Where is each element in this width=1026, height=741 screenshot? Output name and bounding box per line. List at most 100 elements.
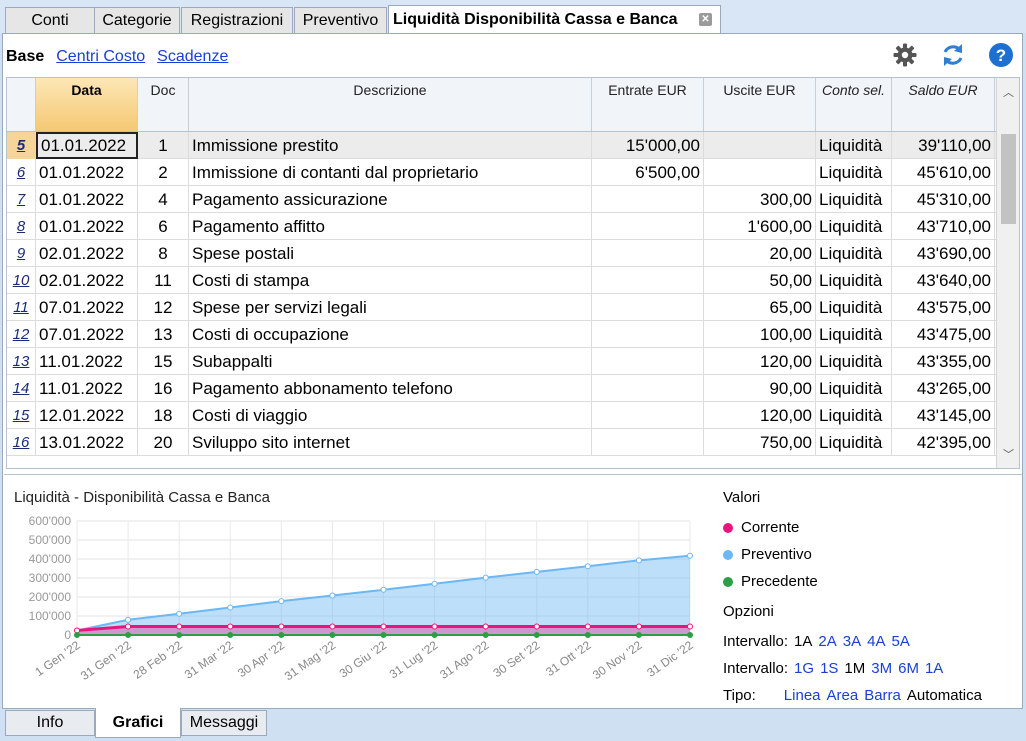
cell-uscite[interactable]: 90,00 [704,375,816,402]
row-number[interactable]: 11 [7,294,36,321]
cell-entrate[interactable] [592,294,704,321]
cell-doc[interactable]: 6 [138,213,189,240]
cell-data[interactable]: 07.01.2022 [36,294,138,321]
cell-uscite[interactable]: 300,00 [704,186,816,213]
tab-grafici[interactable]: Grafici [95,708,181,738]
cell-data[interactable]: 01.01.2022 [36,159,138,186]
cell-uscite[interactable]: 20,00 [704,240,816,267]
chevron-up-icon[interactable]: ︿ [1003,84,1014,99]
col-header-entrate[interactable]: Entrate EUR [592,78,704,131]
cell-uscite[interactable]: 65,00 [704,294,816,321]
cell-saldo[interactable]: 43'265,00 [892,375,995,402]
cell-descrizione[interactable]: Spese per servizi legali [189,294,592,321]
cell-descrizione[interactable]: Costi di occupazione [189,321,592,348]
interval-years-option[interactable]: 4A [867,633,885,650]
view-base[interactable]: Base [6,48,44,66]
col-header-data[interactable]: Data [36,78,138,131]
cell-conto-sel[interactable]: Liquidità [816,429,892,456]
table-row[interactable]: 5 01.01.2022 1 Immissione prestito 15'000,00… [7,132,997,159]
interval-period-option[interactable]: 1M [844,660,865,677]
cell-saldo[interactable]: 43'355,00 [892,348,995,375]
cell-uscite[interactable]: 100,00 [704,321,816,348]
tab-info[interactable]: Info [5,710,95,736]
table-row[interactable]: 10 02.01.2022 11 Costi di stampa 50,00 Liquid… [7,267,997,294]
table-row[interactable]: 16 13.01.2022 20 Sviluppo sito internet 750,… [7,429,997,456]
table-row[interactable]: 8 01.01.2022 6 Pagamento affitto 1'600,00 Liq… [7,213,997,240]
cell-conto-sel[interactable]: Liquidità [816,132,892,159]
cell-descrizione[interactable]: Costi di stampa [189,267,592,294]
cell-doc[interactable]: 8 [138,240,189,267]
cell-doc[interactable]: 2 [138,159,189,186]
cell-descrizione[interactable]: Pagamento affitto [189,213,592,240]
cell-data[interactable]: 11.01.2022 [36,348,138,375]
help-icon[interactable]: ? [988,42,1014,68]
cell-descrizione[interactable]: Pagamento assicurazione [189,186,592,213]
cell-uscite[interactable] [704,132,816,159]
cell-saldo[interactable]: 43'710,00 [892,213,995,240]
cell-data[interactable]: 11.01.2022 [36,375,138,402]
cell-conto-sel[interactable]: Liquidità [816,240,892,267]
table-row[interactable]: 11 07.01.2022 12 Spese per servizi legali 65… [7,294,997,321]
legend-item-precedente[interactable]: Precedente [723,568,982,595]
cell-descrizione[interactable]: Subappalti [189,348,592,375]
cell-entrate[interactable] [592,402,704,429]
cell-saldo[interactable]: 45'610,00 [892,159,995,186]
row-number[interactable]: 9 [7,240,36,267]
cell-entrate[interactable] [592,186,704,213]
col-header-descrizione[interactable]: Descrizione [189,78,592,131]
legend-item-preventivo[interactable]: Preventivo [723,541,982,568]
cell-uscite[interactable] [704,159,816,186]
chart-type-option[interactable]: Automatica [907,687,982,704]
cell-uscite[interactable]: 120,00 [704,402,816,429]
cell-data[interactable]: 02.01.2022 [36,240,138,267]
interval-years-option[interactable]: 2A [818,633,836,650]
tab-liquidita[interactable]: Liquidità Disponibilità Cassa e Banca ✕ [388,5,721,34]
cell-entrate[interactable] [592,213,704,240]
col-header-doc[interactable]: Doc [138,78,189,131]
cell-doc[interactable]: 18 [138,402,189,429]
interval-period-option[interactable]: 6M [898,660,919,677]
row-number[interactable]: 14 [7,375,36,402]
gear-icon[interactable] [892,42,918,68]
cell-conto-sel[interactable]: Liquidità [816,321,892,348]
cell-conto-sel[interactable]: Liquidità [816,375,892,402]
cell-entrate[interactable] [592,348,704,375]
cell-descrizione[interactable]: Costi di viaggio [189,402,592,429]
col-header-saldo[interactable]: Saldo EUR [892,78,995,131]
cell-entrate[interactable]: 15'000,00 [592,132,704,159]
vertical-scrollbar[interactable]: ︿ ﹀ [996,78,1019,468]
cell-saldo[interactable]: 43'145,00 [892,402,995,429]
cell-conto-sel[interactable]: Liquidità [816,159,892,186]
cell-entrate[interactable] [592,375,704,402]
cell-conto-sel[interactable]: Liquidità [816,186,892,213]
cell-saldo[interactable]: 43'475,00 [892,321,995,348]
row-number[interactable]: 16 [7,429,36,456]
interval-years-option[interactable]: 1A [794,633,812,650]
chevron-down-icon[interactable]: ﹀ [1003,446,1014,461]
cell-saldo[interactable]: 43'575,00 [892,294,995,321]
chart-type-option[interactable]: Barra [864,687,901,704]
cell-doc[interactable]: 15 [138,348,189,375]
cell-doc[interactable]: 12 [138,294,189,321]
cell-saldo[interactable]: 45'310,00 [892,186,995,213]
cell-data[interactable]: 01.01.2022 [36,186,138,213]
cell-uscite[interactable]: 50,00 [704,267,816,294]
table-row[interactable]: 9 02.01.2022 8 Spese postali 20,00 Liquidità 4… [7,240,997,267]
cell-descrizione[interactable]: Pagamento abbonamento telefono [189,375,592,402]
cell-doc[interactable]: 13 [138,321,189,348]
cell-entrate[interactable] [592,240,704,267]
tab-categorie[interactable]: Categorie [94,7,180,33]
cell-data[interactable]: 01.01.2022 [36,132,138,159]
row-number[interactable]: 10 [7,267,36,294]
cell-entrate[interactable] [592,321,704,348]
close-icon[interactable]: ✕ [699,13,712,26]
cell-conto-sel[interactable]: Liquidità [816,294,892,321]
table-row[interactable]: 12 07.01.2022 13 Costi di occupazione 100,00… [7,321,997,348]
cell-doc[interactable]: 1 [138,132,189,159]
cell-saldo[interactable]: 42'395,00 [892,429,995,456]
refresh-icon[interactable] [940,42,966,68]
table-row[interactable]: 15 12.01.2022 18 Costi di viaggio 120,00 Liqu… [7,402,997,429]
cell-doc[interactable]: 20 [138,429,189,456]
cell-entrate[interactable]: 6'500,00 [592,159,704,186]
cell-descrizione[interactable]: Immissione prestito [189,132,592,159]
